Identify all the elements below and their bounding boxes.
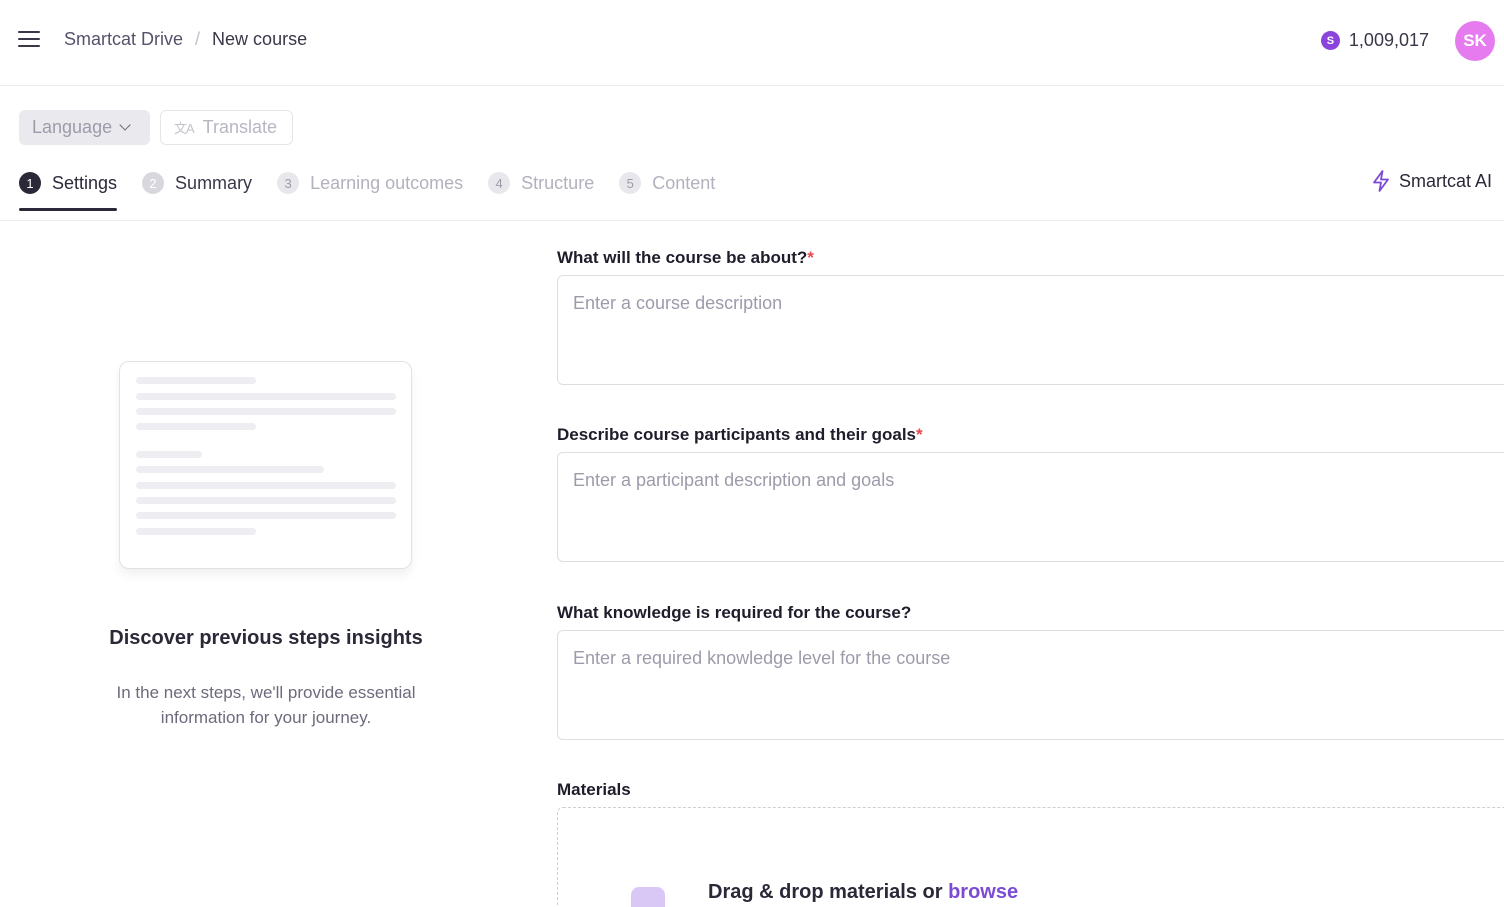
step-label: Learning outcomes	[310, 172, 464, 193]
language-label: Language	[32, 117, 113, 137]
step-label: Content	[652, 172, 716, 193]
drop-instruction: Drag & drop materials or	[708, 881, 949, 903]
translate-label: Translate	[202, 117, 278, 137]
label-text: Describe course participants and their g…	[557, 425, 917, 444]
placeholder-line	[136, 451, 202, 458]
materials-label: Materials	[557, 780, 631, 799]
placeholder-line	[136, 497, 396, 504]
breadcrumb: Smartcat Drive / New course	[64, 29, 307, 50]
placeholder-line	[136, 393, 396, 400]
step-tabs: 1 Settings 2 Summary 3 Learning outcomes…	[19, 170, 740, 211]
browse-link[interactable]: browse	[948, 881, 1018, 903]
step-label: Structure	[521, 172, 595, 193]
divider	[0, 220, 1504, 221]
placeholder-line	[136, 466, 324, 473]
step-label: Settings	[52, 172, 118, 193]
smartcat-ai-button[interactable]: Smartcat AI	[1372, 170, 1492, 192]
avatar[interactable]: SK	[1455, 21, 1495, 61]
required-mark: *	[916, 425, 923, 444]
step-label: Summary	[175, 172, 253, 193]
course-about-label: What will the course be about?*	[557, 248, 814, 268]
balance-value: 1,009,017	[1348, 30, 1429, 50]
placeholder-line	[136, 528, 256, 535]
coin-icon: S	[1320, 31, 1340, 50]
insights-description: In the next steps, we'll provide essenti…	[116, 683, 416, 727]
breadcrumb-separator: /	[195, 29, 201, 49]
placeholder-line	[136, 512, 396, 519]
participants-input[interactable]	[557, 452, 1504, 562]
step-number: 1	[19, 172, 41, 194]
app-header: Smartcat Drive / New course S 1,009,017 …	[0, 0, 1504, 86]
tab-settings[interactable]: 1 Settings	[19, 172, 118, 211]
hamburger-menu-icon[interactable]	[18, 31, 40, 49]
placeholder-line	[136, 377, 256, 384]
translate-button[interactable]: 文A Translate	[160, 110, 293, 145]
drop-text: Drag & drop materials or browse	[708, 881, 1018, 904]
placeholder-line	[136, 482, 396, 489]
course-description-input[interactable]	[557, 275, 1504, 385]
required-mark: *	[807, 248, 814, 267]
materials-dropzone[interactable]: Drag & drop materials or browse	[557, 807, 1504, 907]
step-number: 4	[488, 172, 511, 194]
lightning-icon	[1373, 170, 1389, 192]
label-text: What knowledge is required for the cours…	[557, 603, 912, 622]
tab-content[interactable]: 5 Content	[619, 172, 715, 194]
chevron-down-icon	[119, 119, 131, 131]
breadcrumb-smartcat-drive[interactable]: Smartcat Drive	[64, 29, 183, 50]
smartcat-ai-label: Smartcat AI	[1398, 170, 1492, 191]
breadcrumb-new-course: New course	[212, 29, 308, 49]
placeholder-line	[136, 408, 396, 415]
placeholder-line	[136, 423, 256, 430]
tab-learning-outcomes[interactable]: 3 Learning outcomes	[277, 172, 463, 194]
step-number: 5	[619, 172, 642, 194]
knowledge-label: What knowledge is required for the cours…	[557, 603, 911, 623]
tab-summary[interactable]: 2 Summary	[142, 172, 252, 194]
participants-label: Describe course participants and their g…	[557, 425, 923, 445]
translate-icon: 文A	[174, 121, 195, 136]
document-illustration	[119, 361, 412, 569]
language-dropdown[interactable]: Language	[19, 110, 150, 145]
upload-icon	[631, 887, 665, 907]
tab-structure[interactable]: 4 Structure	[488, 172, 594, 194]
knowledge-input[interactable]	[557, 630, 1504, 740]
step-number: 3	[277, 172, 300, 194]
label-text: What will the course be about?	[557, 248, 808, 267]
step-number: 2	[142, 172, 165, 194]
insights-title: Discover previous steps insights	[109, 627, 423, 649]
credit-balance[interactable]: S 1,009,017	[1320, 30, 1429, 51]
